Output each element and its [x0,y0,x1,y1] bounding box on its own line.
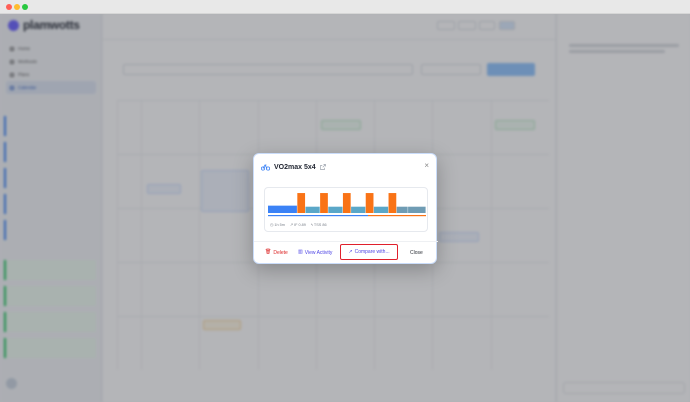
close-window-dot[interactable] [6,4,12,10]
workout-modal: VO2max 5x4 × ◷ 1h 5m ↗ IF 0.89 ϟ TSS 86 🗑 D… [253,153,438,264]
modal-actions: 🗑 Delete ▥ View Activity ↗ Compare with.… [262,244,432,260]
workout-segment-interval [365,193,374,213]
maximize-window-dot[interactable] [22,4,28,10]
bar-chart-icon: ▥ [298,249,303,255]
workout-segment-recovery [305,206,320,213]
modal-header: VO2max 5x4 [261,161,326,173]
workout-segment-interval [342,193,351,213]
stat-duration: ◷ 1h 5m [270,222,285,228]
compare-with-button[interactable]: ↗ Compare with... [340,244,398,260]
workout-segment-recovery [373,206,389,213]
workout-stats: ◷ 1h 5m ↗ IF 0.89 ϟ TSS 86 [270,222,327,228]
modal-divider [254,241,438,242]
workout-profile-chart [268,193,426,217]
external-link-icon[interactable] [319,164,326,170]
view-activity-button[interactable]: ▥ View Activity [298,246,332,259]
close-button[interactable]: Close [410,246,423,259]
trash-icon: 🗑 [265,249,272,255]
clock-icon: ◷ [270,223,274,227]
timeline-segment [368,215,426,217]
workout-segment-cooldown [396,206,408,213]
workout-segment-recovery [351,206,366,213]
trend-up-icon: ↗ [348,248,353,255]
bike-icon [261,164,270,171]
workout-segment-warmup [268,205,297,213]
stat-intensity: ↗ IF 0.89 [289,222,306,228]
modal-title: VO2max 5x4 [274,163,316,171]
delete-button[interactable]: 🗑 Delete [265,246,288,259]
workout-segment-cooldown [408,206,426,213]
close-icon[interactable]: × [424,162,429,170]
workout-segment-recovery [328,206,343,213]
timeline-progress [268,215,368,217]
minimize-window-dot[interactable] [14,4,20,10]
workout-segment-interval [297,193,306,213]
browser-titlebar [0,0,690,14]
workout-preview-card: ◷ 1h 5m ↗ IF 0.89 ϟ TSS 86 [264,187,428,232]
stat-tss: ϟ TSS 86 [310,222,327,227]
workout-segment-interval [388,193,397,213]
trend-icon: ↗ [289,223,294,227]
workout-segment-interval [320,193,328,213]
bolt-icon: ϟ [310,222,313,227]
